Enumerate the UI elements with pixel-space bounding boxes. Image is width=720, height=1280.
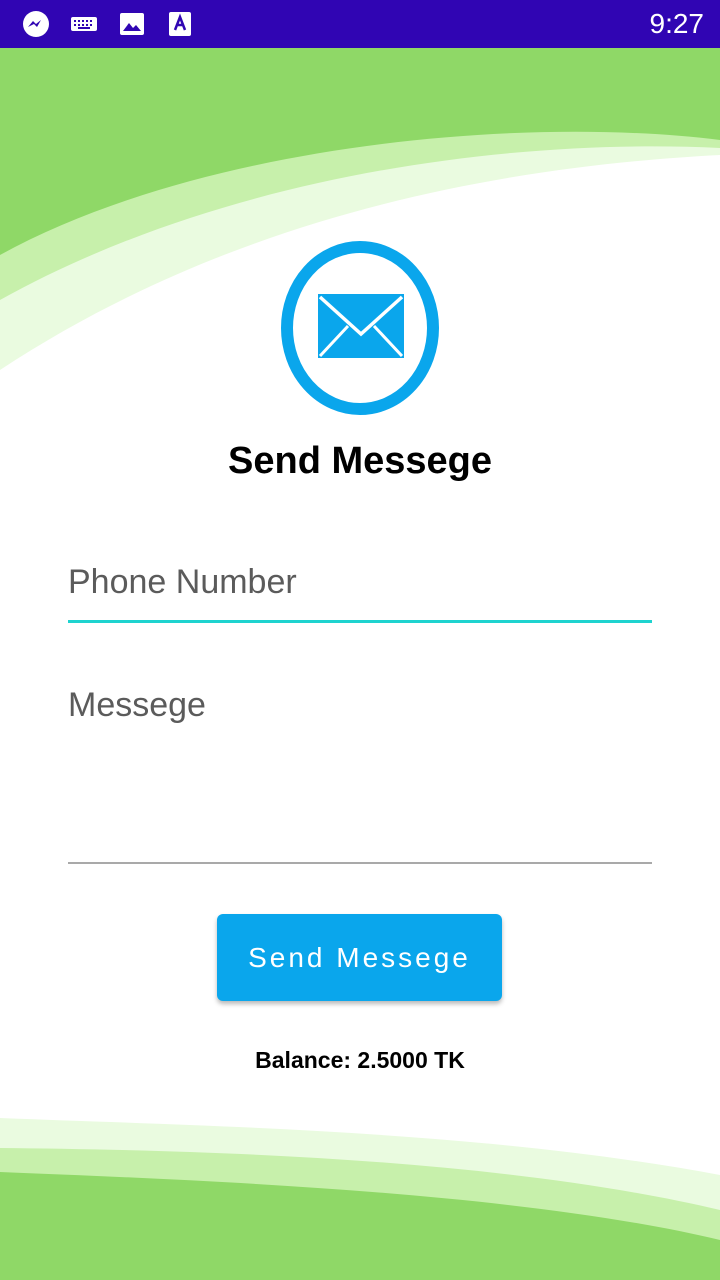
send-message-button[interactable]: Send Messege xyxy=(217,914,502,1001)
image-icon xyxy=(120,13,144,35)
keyboard-icon xyxy=(71,17,97,31)
phone-number-underline xyxy=(68,620,652,623)
messenger-icon xyxy=(23,11,49,37)
status-time: 9:27 xyxy=(649,8,705,39)
page-title: Send Messege xyxy=(228,440,492,482)
message-input[interactable]: Messege xyxy=(68,686,206,725)
phone-number-input[interactable]: Phone Number xyxy=(68,563,297,602)
message-underline xyxy=(68,862,652,864)
envelope-icon xyxy=(281,241,439,415)
status-bar: 9:27 xyxy=(0,0,720,48)
balance-text: Balance: 2.5000 TK xyxy=(255,1047,465,1073)
text-a-icon xyxy=(169,12,191,36)
